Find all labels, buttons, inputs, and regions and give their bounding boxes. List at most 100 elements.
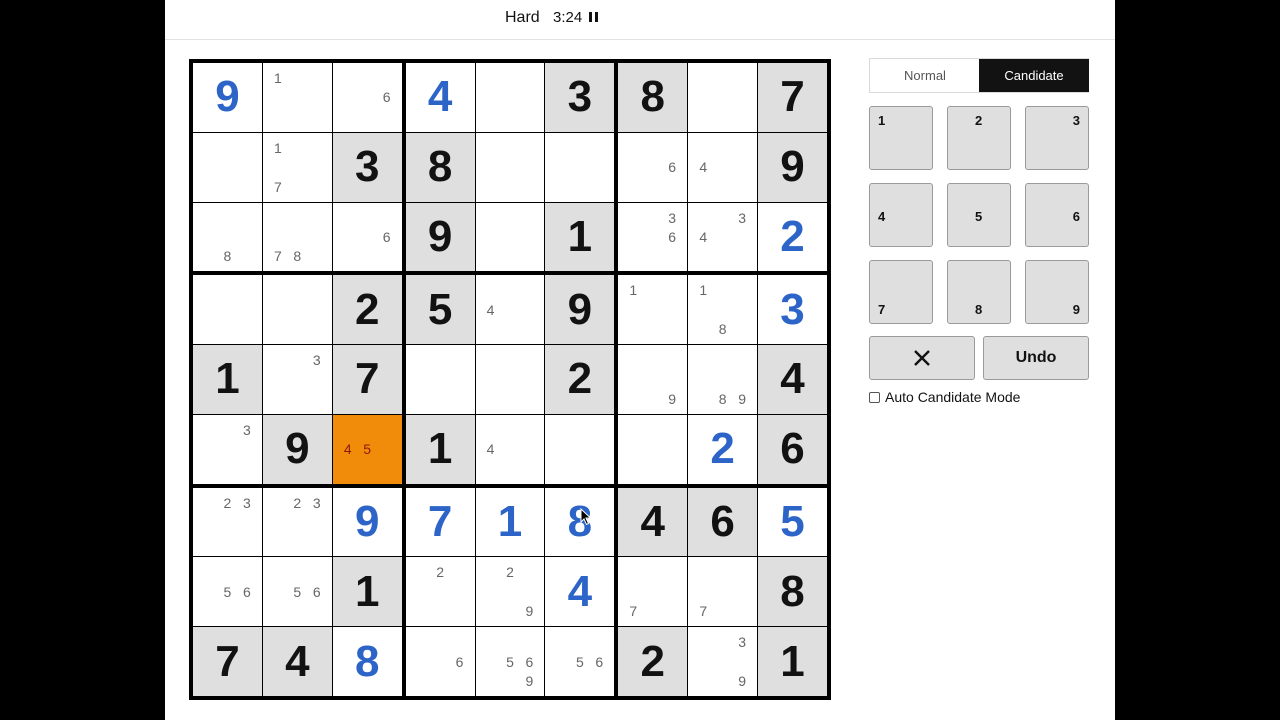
sudoku-cell[interactable] [193, 132, 262, 202]
sudoku-cell[interactable]: 569 [475, 627, 545, 696]
sudoku-cell[interactable]: 4 [618, 487, 688, 557]
sudoku-cell[interactable]: 9 [262, 414, 332, 484]
sudoku-cell[interactable]: 8 [758, 557, 827, 627]
keypad-button-5[interactable]: 5 [947, 183, 1011, 247]
keypad-button-8[interactable]: 8 [947, 260, 1011, 324]
sudoku-cell[interactable]: 1 [262, 63, 332, 132]
sudoku-cell[interactable]: 29 [475, 557, 545, 627]
selected-cell[interactable]: 45 [332, 414, 402, 484]
sudoku-cell[interactable]: 34 [688, 202, 758, 272]
sudoku-cell[interactable]: 7 [758, 63, 827, 132]
sudoku-cell[interactable]: 6 [405, 627, 475, 696]
sudoku-cell[interactable]: 1 [193, 345, 262, 414]
candidate-mode-button[interactable]: Candidate [979, 59, 1089, 92]
sudoku-cell[interactable]: 7 [618, 557, 688, 627]
sudoku-cell[interactable]: 8 [332, 627, 402, 696]
sudoku-cell[interactable]: 2 [545, 345, 615, 414]
sudoku-cell[interactable]: 4 [405, 63, 475, 132]
sudoku-cell[interactable]: 2 [618, 627, 688, 696]
sudoku-cell[interactable] [475, 63, 545, 132]
sudoku-cell[interactable]: 4 [545, 557, 615, 627]
sudoku-cell[interactable]: 18 [688, 275, 758, 345]
sudoku-cell[interactable]: 1 [405, 414, 475, 484]
pause-icon[interactable] [589, 12, 598, 22]
sudoku-cell[interactable]: 1 [332, 557, 402, 627]
candidate-mark: 2 [436, 564, 444, 581]
sudoku-cell[interactable]: 56 [545, 627, 615, 696]
sudoku-cell[interactable]: 36 [618, 202, 688, 272]
sudoku-cell[interactable]: 23 [262, 487, 332, 557]
sudoku-cell[interactable]: 3 [262, 345, 332, 414]
sudoku-cell[interactable] [688, 63, 758, 132]
sudoku-cell[interactable]: 3 [193, 414, 262, 484]
keypad-button-3[interactable]: 3 [1025, 106, 1089, 170]
sudoku-cell[interactable]: 2 [758, 202, 827, 272]
sudoku-cell[interactable]: 9 [545, 275, 615, 345]
sudoku-cell[interactable]: 1 [618, 275, 688, 345]
sudoku-cell[interactable]: 78 [262, 202, 332, 272]
sudoku-cell[interactable]: 6 [618, 132, 688, 202]
keypad-button-2[interactable]: 2 [947, 106, 1011, 170]
auto-candidate-checkbox[interactable] [869, 391, 880, 403]
sudoku-cell[interactable]: 56 [193, 557, 262, 627]
keypad-button-1[interactable]: 1 [869, 106, 933, 170]
sudoku-cell[interactable] [475, 345, 545, 414]
keypad-button-7[interactable]: 7 [869, 260, 933, 324]
entered-digit: 9 [354, 497, 380, 547]
sudoku-cell[interactable]: 7 [332, 345, 402, 414]
sudoku-cell[interactable]: 6 [758, 414, 827, 484]
sudoku-cell[interactable]: 9 [332, 487, 402, 557]
keypad-button-9[interactable]: 9 [1025, 260, 1089, 324]
auto-candidate-row[interactable]: Auto Candidate Mode [869, 388, 1020, 406]
sudoku-cell[interactable]: 4 [262, 627, 332, 696]
sudoku-cell[interactable] [618, 414, 688, 484]
sudoku-cell[interactable]: 17 [262, 132, 332, 202]
sudoku-cell[interactable]: 7 [688, 557, 758, 627]
sudoku-cell[interactable] [545, 414, 615, 484]
sudoku-cell[interactable]: 9 [618, 345, 688, 414]
sudoku-cell[interactable]: 8 [405, 132, 475, 202]
sudoku-cell[interactable]: 2 [405, 557, 475, 627]
sudoku-cell[interactable]: 4 [475, 275, 545, 345]
sudoku-cell[interactable]: 89 [688, 345, 758, 414]
sudoku-cell[interactable]: 9 [758, 132, 827, 202]
sudoku-cell[interactable]: 8 [193, 202, 262, 272]
sudoku-cell[interactable]: 4 [688, 132, 758, 202]
given-digit: 3 [567, 72, 593, 122]
sudoku-cell[interactable]: 1 [545, 202, 615, 272]
sudoku-cell[interactable] [262, 275, 332, 345]
sudoku-cell[interactable]: 8 [618, 63, 688, 132]
sudoku-cell[interactable] [193, 275, 262, 345]
sudoku-cell[interactable]: 1 [475, 487, 545, 557]
undo-button[interactable]: Undo [983, 336, 1089, 380]
sudoku-cell[interactable]: 3 [332, 132, 402, 202]
sudoku-cell[interactable] [475, 202, 545, 272]
sudoku-cell[interactable]: 5 [758, 487, 827, 557]
sudoku-cell[interactable]: 6 [332, 63, 402, 132]
sudoku-cell[interactable]: 2 [332, 275, 402, 345]
given-digit: 1 [780, 636, 805, 686]
sudoku-cell[interactable]: 7 [405, 487, 475, 557]
sudoku-cell[interactable]: 2 [688, 414, 758, 484]
erase-button[interactable] [869, 336, 975, 380]
sudoku-cell[interactable]: 7 [193, 627, 262, 696]
sudoku-cell[interactable]: 4 [758, 345, 827, 414]
sudoku-cell[interactable]: 4 [475, 414, 545, 484]
sudoku-cell[interactable]: 9 [405, 202, 475, 272]
keypad-button-6[interactable]: 6 [1025, 183, 1089, 247]
sudoku-cell[interactable]: 23 [193, 487, 262, 557]
sudoku-cell[interactable]: 6 [688, 487, 758, 557]
sudoku-cell[interactable]: 3 [545, 63, 615, 132]
sudoku-cell[interactable]: 6 [332, 202, 402, 272]
sudoku-cell[interactable] [545, 132, 615, 202]
sudoku-cell[interactable]: 3 [758, 275, 827, 345]
sudoku-cell[interactable]: 39 [688, 627, 758, 696]
sudoku-cell[interactable] [475, 132, 545, 202]
sudoku-cell[interactable]: 9 [193, 63, 262, 132]
sudoku-cell[interactable]: 5 [405, 275, 475, 345]
keypad-button-4[interactable]: 4 [869, 183, 933, 247]
sudoku-cell[interactable] [405, 345, 475, 414]
sudoku-cell[interactable]: 56 [262, 557, 332, 627]
sudoku-cell[interactable]: 1 [758, 627, 827, 696]
normal-mode-button[interactable]: Normal [870, 59, 980, 92]
